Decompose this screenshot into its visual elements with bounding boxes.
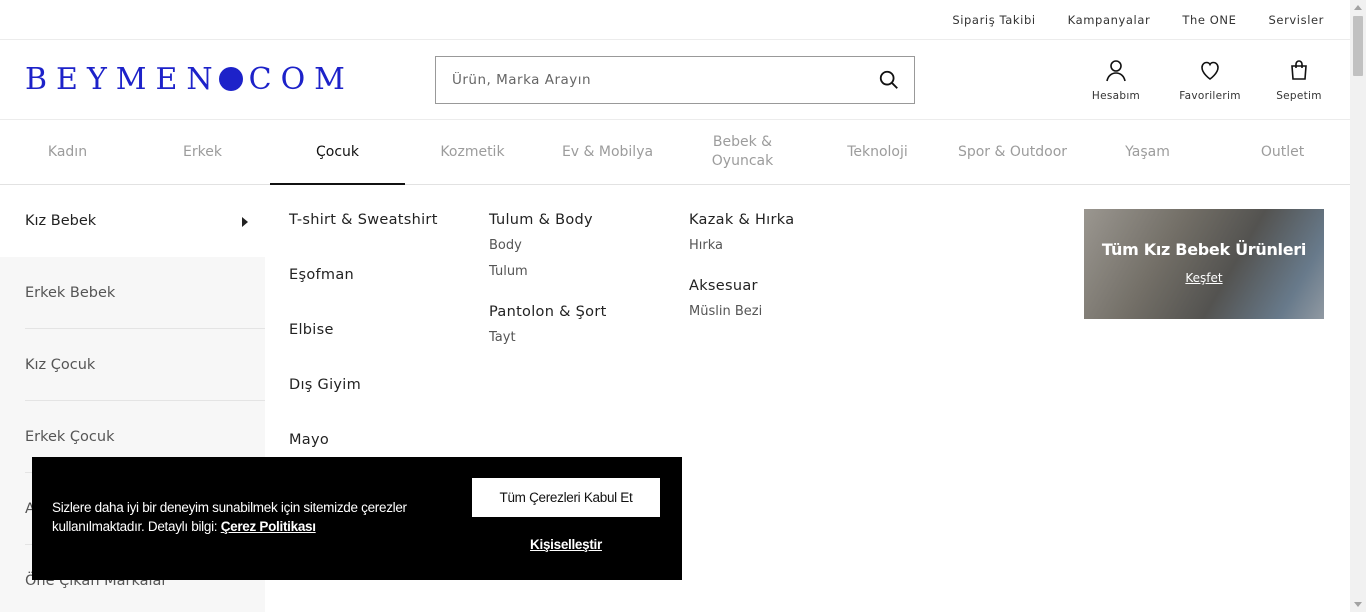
logo-text-right: COM — [248, 61, 354, 97]
menu-link-kazak-hirka[interactable]: Kazak & Hırka — [689, 212, 794, 232]
menu-group: Tulum & Body Body Tulum — [489, 212, 607, 284]
beymen-logo[interactable]: BEYMEN COM — [25, 61, 354, 97]
customize-cookies-link[interactable]: Kişiselleştir — [472, 537, 660, 552]
caret-right-icon — [242, 217, 248, 227]
cookie-message-line1: Sizlere daha iyi bir deneyim sunabilmek … — [52, 500, 407, 515]
sidebar-item-label: Kız Bebek — [25, 213, 97, 229]
cart-button[interactable]: Sepetim — [1274, 58, 1324, 102]
cart-label: Sepetim — [1276, 90, 1322, 102]
menu-group: Pantolon & Şort Tayt — [489, 304, 607, 350]
menu-link-esofman[interactable]: Eşofman — [289, 267, 438, 287]
menu-group: Kazak & Hırka Hırka — [689, 212, 794, 258]
nav-item-kadin[interactable]: Kadın — [0, 120, 135, 184]
accept-all-cookies-button[interactable]: Tüm Çerezleri Kabul Et — [472, 478, 660, 517]
promo-discover-link[interactable]: Keşfet — [1084, 271, 1324, 285]
logo-dot — [218, 67, 243, 91]
user-icon — [1106, 60, 1126, 82]
menu-sublink-muslin-bezi[interactable]: Müslin Bezi — [689, 304, 794, 324]
sidebar-item-kiz-bebek[interactable]: Kız Bebek — [0, 185, 265, 257]
scroll-up-arrow-icon[interactable] — [1354, 5, 1362, 10]
menu-sublink-body[interactable]: Body — [489, 238, 607, 258]
shopping-bag-icon — [1291, 60, 1307, 80]
services-link[interactable]: Servisler — [1269, 13, 1325, 27]
cookie-policy-link[interactable]: Çerez Politikası — [221, 519, 316, 534]
nav-item-kozmetik[interactable]: Kozmetik — [405, 120, 540, 184]
menu-column-3: Kazak & Hırka Hırka Aksesuar Müslin Bezi — [689, 212, 794, 344]
nav-item-ev-mobilya[interactable]: Ev & Mobilya — [540, 120, 675, 184]
nav-item-bebek-oyuncak[interactable]: Bebek & Oyuncak — [675, 120, 810, 184]
campaigns-link[interactable]: Kampanyalar — [1068, 13, 1151, 27]
main-nav: Kadın Erkek Çocuk Kozmetik Ev & Mobilya … — [0, 120, 1350, 185]
favorites-label: Favorilerim — [1179, 90, 1241, 102]
header-actions: Hesabım Favorilerim Sepetim — [1086, 58, 1324, 102]
top-utility-bar: Sipariş Takibi Kampanyalar The ONE Servi… — [0, 0, 1350, 40]
nav-item-outlet[interactable]: Outlet — [1215, 120, 1350, 184]
page-scrollbar[interactable] — [1350, 0, 1366, 612]
sidebar-item-erkek-bebek[interactable]: Erkek Bebek — [25, 257, 265, 329]
menu-link-tulum-body[interactable]: Tulum & Body — [489, 212, 607, 232]
cookie-banner: Sizlere daha iyi bir deneyim sunabilmek … — [32, 457, 682, 580]
account-label: Hesabım — [1091, 90, 1141, 102]
cookie-message-line2: kullanılmaktadır. Detaylı bilgi: — [52, 519, 218, 534]
menu-link-dis-giyim[interactable]: Dış Giyim — [289, 377, 438, 397]
menu-sublink-tulum[interactable]: Tulum — [489, 264, 607, 284]
the-one-link[interactable]: The ONE — [1182, 13, 1236, 27]
menu-link-tshirt[interactable]: T-shirt & Sweatshirt — [289, 212, 438, 232]
favorites-button[interactable]: Favorilerim — [1179, 58, 1241, 102]
promo-banner[interactable]: Tüm Kız Bebek Ürünleri Keşfet — [1084, 209, 1324, 319]
menu-link-mayo[interactable]: Mayo — [289, 432, 438, 452]
nav-item-spor-outdoor[interactable]: Spor & Outdoor — [945, 120, 1080, 184]
menu-link-aksesuar[interactable]: Aksesuar — [689, 278, 794, 298]
utility-links: Sipariş Takibi Kampanyalar The ONE Servi… — [952, 0, 1324, 39]
menu-column-1: T-shirt & Sweatshirt Eşofman Elbise Dış … — [289, 212, 438, 487]
menu-link-elbise[interactable]: Elbise — [289, 322, 438, 342]
nav-item-erkek[interactable]: Erkek — [135, 120, 270, 184]
nav-item-teknoloji[interactable]: Teknoloji — [810, 120, 945, 184]
cookie-message: Sizlere daha iyi bir deneyim sunabilmek … — [52, 498, 452, 536]
logo-text-left: BEYMEN — [25, 61, 222, 97]
menu-column-2: Tulum & Body Body Tulum Pantolon & Şort … — [489, 212, 607, 370]
search-icon[interactable] — [878, 69, 900, 91]
menu-link-pantolon-sort[interactable]: Pantolon & Şort — [489, 304, 607, 324]
promo-overlay — [1084, 209, 1324, 319]
nav-item-yasam[interactable]: Yaşam — [1080, 120, 1215, 184]
promo-title: Tüm Kız Bebek Ürünleri — [1101, 240, 1307, 259]
scroll-down-arrow-icon[interactable] — [1354, 602, 1362, 607]
account-button[interactable]: Hesabım — [1086, 58, 1146, 102]
scrollbar-thumb[interactable] — [1353, 16, 1363, 76]
menu-group: Aksesuar Müslin Bezi — [689, 278, 794, 324]
search-box — [435, 56, 915, 104]
order-tracking-link[interactable]: Sipariş Takibi — [952, 13, 1035, 27]
menu-sublink-tayt[interactable]: Tayt — [489, 330, 607, 350]
search-input[interactable] — [436, 57, 856, 103]
sidebar-item-kiz-cocuk[interactable]: Kız Çocuk — [25, 329, 265, 401]
menu-sublink-hirka[interactable]: Hırka — [689, 238, 794, 258]
heart-icon — [1201, 61, 1219, 80]
site-header: BEYMEN COM Hesabım Favorilerim Sepetim — [0, 40, 1350, 120]
nav-item-cocuk[interactable]: Çocuk — [270, 120, 405, 185]
